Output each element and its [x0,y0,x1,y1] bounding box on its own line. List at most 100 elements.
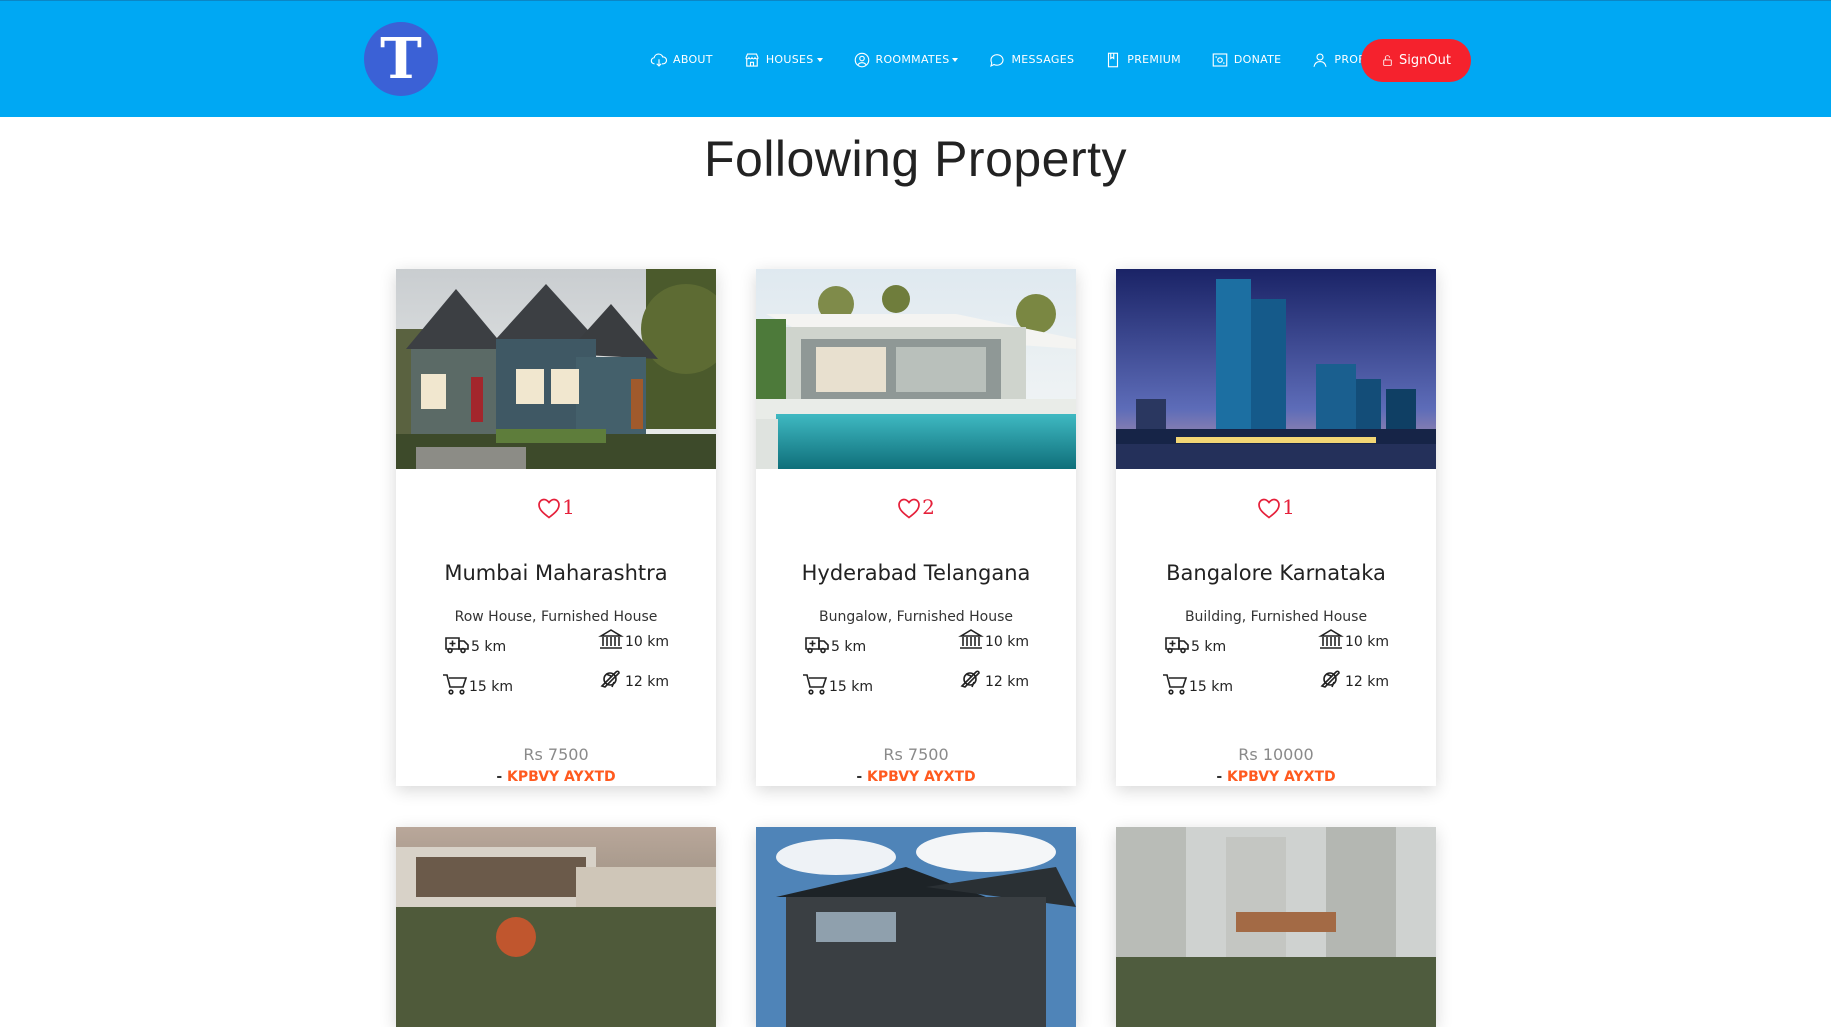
owner-name[interactable]: KPBVY AYXTD [867,769,976,785]
user-circle-icon [854,52,869,67]
nav-roommates[interactable]: ROOMMATES [853,51,959,69]
property-price: Rs 7500 [523,745,589,764]
main-nav: ABOUT HOUSES ROOMMATES MESSAGES PREMIUM … [650,1,1412,118]
store-icon [745,52,759,67]
owner-line: - KPBVY AYXTD [756,769,1076,785]
property-type: Row House, Furnished House [454,609,658,625]
airport-distance: 12 km [598,668,669,690]
property-card[interactable] [756,827,1076,1027]
nav-donate-label: DONATE [1233,53,1282,66]
cloud-download-icon [650,53,668,67]
property-location: Hyderabad Telangana [801,561,1031,585]
likes-count: 1 [1282,495,1295,519]
property-photo [1116,827,1436,1027]
bank-icon [598,628,624,650]
property-card[interactable] [396,827,716,1027]
airport-distance-value: 12 km [625,674,670,690]
hospital-distance: 5 km [1164,633,1226,655]
likes-counter[interactable]: 1 [1116,495,1436,519]
hospital-distance-value: 5 km [471,639,507,655]
owner-name[interactable]: KPBVY AYXTD [507,769,616,785]
hospital-distance-value: 5 km [831,639,867,655]
hospital-distance-value: 5 km [1191,639,1227,655]
signout-button[interactable]: SignOut [1361,39,1471,82]
bookmark-icon [1108,52,1119,67]
bank-distance: 10 km [598,628,669,650]
unlock-icon [1383,55,1392,66]
owner-line: - KPBVY AYXTD [396,769,716,785]
property-card[interactable]: 1 Mumbai Maharashtra Row House, Furnishe… [396,269,716,786]
property-photo [756,269,1076,469]
nav-premium-label: PREMIUM [1127,53,1181,66]
ambulance-icon [804,633,830,655]
property-card[interactable]: 1 Bangalore Karnataka Building, Furnishe… [1116,269,1436,786]
chat-bubble-icon [990,53,1004,67]
nav-premium[interactable]: PREMIUM [1104,51,1181,69]
market-distance: 15 km [802,673,873,695]
property-card[interactable]: 2 Hyderabad Telangana Bungalow, Furnishe… [756,269,1076,786]
bank-distance: 10 km [958,628,1029,650]
chevron-down-icon [816,57,823,62]
owner-prefix: - [856,769,867,785]
property-price: Rs 10000 [1238,745,1314,764]
airport-distance: 12 km [958,668,1029,690]
bank-distance-value: 10 km [625,634,670,650]
shopping-cart-icon [442,673,468,695]
nav-about[interactable]: ABOUT [650,51,713,69]
nav-messages[interactable]: MESSAGES [988,51,1074,69]
nav-houses[interactable]: HOUSES [743,51,823,69]
bank-icon [958,628,984,650]
owner-name[interactable]: KPBVY AYXTD [1227,769,1336,785]
market-distance: 15 km [442,673,513,695]
property-card[interactable] [1116,827,1436,1027]
signout-label: SignOut [1399,53,1451,68]
market-distance-value: 15 km [1189,679,1234,695]
market-distance: 15 km [1162,673,1233,695]
bank-distance-value: 10 km [1345,634,1390,650]
nav-donate[interactable]: DONATE [1211,51,1282,69]
bank-distance-value: 10 km [985,634,1030,650]
likes-count: 2 [922,495,935,519]
hospital-distance: 5 km [804,633,866,655]
airplane-icon [958,668,984,690]
property-price: Rs 7500 [883,745,949,764]
page-title: Following Property [703,131,1128,187]
donate-icon [1212,52,1228,67]
navbar: T ABOUT HOUSES ROOMMATES MESSAGES PREMIU… [0,0,1831,117]
likes-counter[interactable]: 1 [396,495,716,519]
property-location: Mumbai Maharashtra [444,561,668,585]
likes-counter[interactable]: 2 [756,495,1076,519]
bank-icon [1318,628,1344,650]
property-photo [396,269,716,469]
property-photo [396,827,716,1027]
shopping-cart-icon [1162,673,1188,695]
nav-roommates-label: ROOMMATES [875,53,950,66]
property-type: Bungalow, Furnished House [818,609,1014,625]
nav-houses-label: HOUSES [765,53,814,66]
airport-distance: 12 km [1318,668,1389,690]
owner-prefix: - [496,769,507,785]
owner-line: - KPBVY AYXTD [1116,769,1436,785]
heart-icon [537,497,561,519]
hospital-distance: 5 km [444,633,506,655]
owner-prefix: - [1216,769,1227,785]
market-distance-value: 15 km [829,679,874,695]
airport-distance-value: 12 km [1345,674,1390,690]
property-location: Bangalore Karnataka [1166,561,1386,585]
property-type: Building, Furnished House [1184,609,1368,625]
airplane-icon [598,668,624,690]
nav-about-label: ABOUT [673,53,713,66]
nav-messages-label: MESSAGES [1011,53,1075,66]
likes-count: 1 [562,495,575,519]
chevron-down-icon [952,57,959,62]
brand-logo[interactable]: T [364,22,438,96]
shopping-cart-icon [802,673,828,695]
heart-icon [897,497,921,519]
property-photo [1116,269,1436,469]
user-icon [1313,52,1327,67]
market-distance-value: 15 km [469,679,514,695]
property-photo [756,827,1076,1027]
bank-distance: 10 km [1318,628,1389,650]
airport-distance-value: 12 km [985,674,1030,690]
airplane-icon [1318,668,1344,690]
